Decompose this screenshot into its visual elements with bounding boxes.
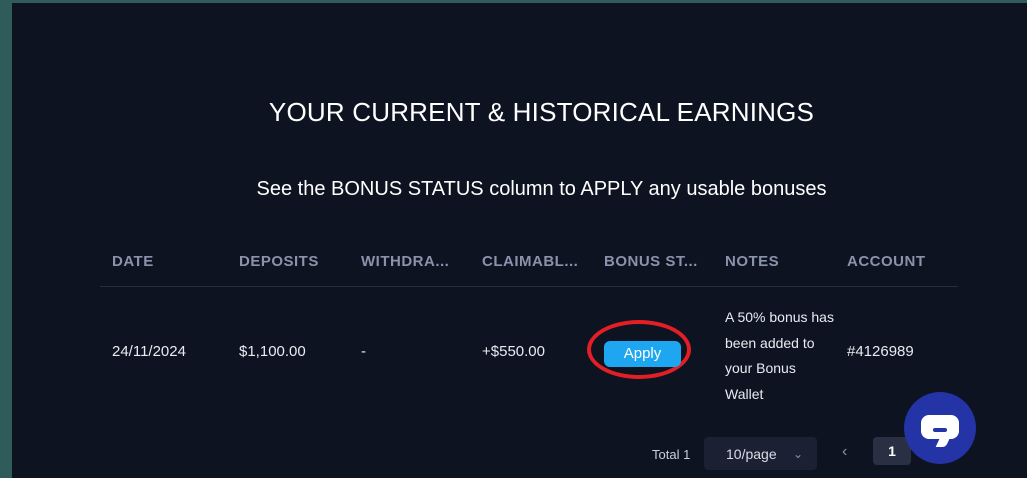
cell-account: #4126989	[847, 343, 914, 360]
column-header-notes[interactable]: NOTES	[725, 253, 779, 270]
cell-notes: A 50% bonus has been added to your Bonus…	[725, 309, 834, 402]
cell-date: 24/11/2024	[112, 343, 186, 360]
cell-deposits: $1,100.00	[239, 343, 306, 360]
page-title: YOUR CURRENT & HISTORICAL EARNINGS	[268, 97, 815, 127]
column-header-date[interactable]: DATE	[112, 253, 154, 270]
chat-button[interactable]	[904, 392, 976, 464]
page-size-value: 10/page	[726, 446, 777, 462]
column-header-claimable[interactable]: CLAIMABL...	[482, 253, 578, 270]
pagination-total: Total 1	[652, 447, 691, 462]
apply-bonus-button[interactable]: Apply	[604, 341, 681, 367]
pagination-page-current[interactable]: 1	[873, 437, 911, 465]
chevron-left-icon[interactable]: ‹	[842, 443, 847, 461]
column-header-bonus-status[interactable]: BONUS ST...	[604, 253, 698, 270]
header-divider	[100, 286, 958, 287]
earnings-panel: YOUR CURRENT & HISTORICAL EARNINGS See t…	[12, 3, 1027, 478]
column-header-withdrawals[interactable]: WITHDRA...	[361, 253, 449, 270]
chat-bubble-dash	[933, 428, 947, 432]
chat-bubble-icon	[921, 415, 959, 439]
cell-claimable: +$550.00	[482, 343, 545, 360]
chevron-down-icon: ⌄	[792, 447, 803, 461]
column-header-deposits[interactable]: DEPOSITS	[239, 253, 319, 270]
cell-withdrawals: -	[361, 343, 366, 360]
column-header-account[interactable]: ACCOUNT	[847, 253, 926, 270]
page-size-select[interactable]: 10/page ⌄	[704, 437, 817, 470]
page-subtitle: See the BONUS STATUS column to APPLY any…	[256, 178, 827, 200]
